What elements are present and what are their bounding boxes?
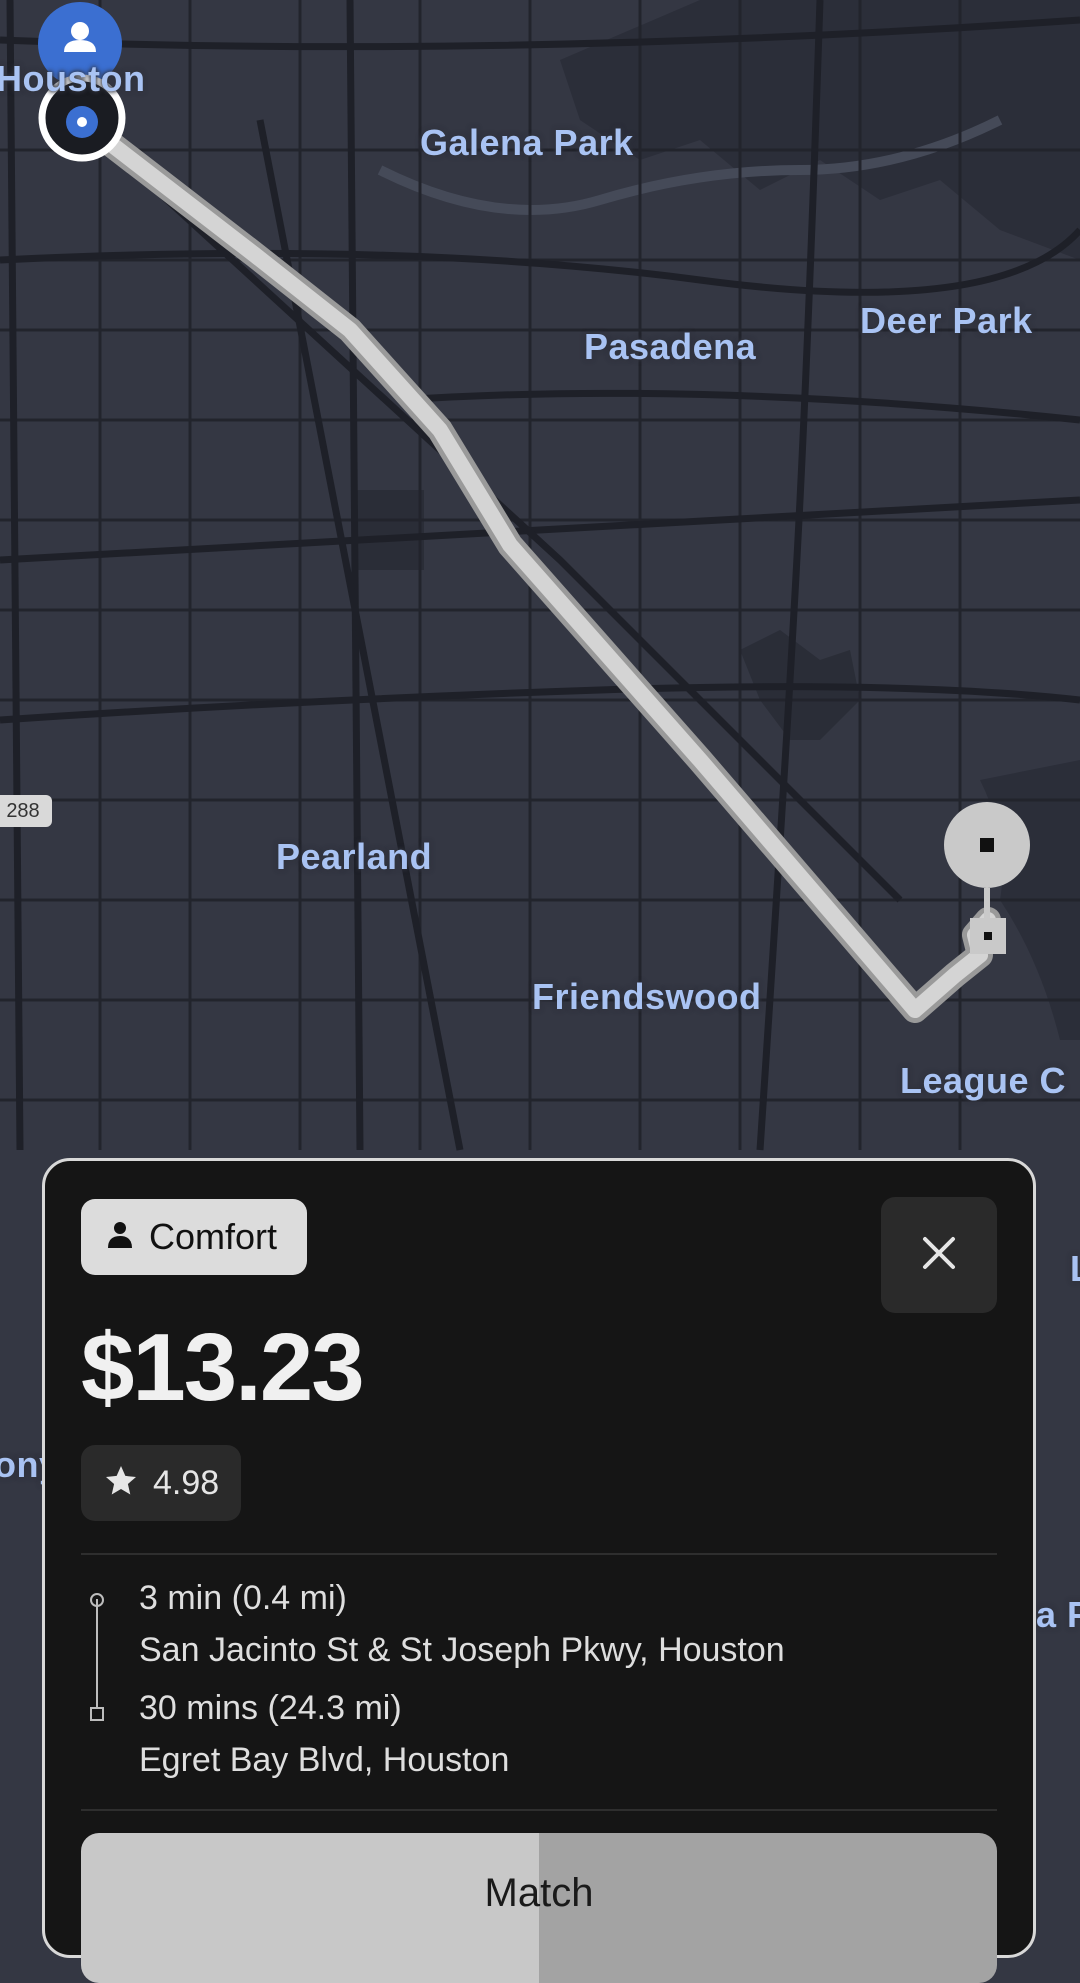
pickup-eta: 3 min (0.4 mi) xyxy=(139,1579,347,1617)
dropoff-eta: 30 mins (24.3 mi) xyxy=(139,1689,402,1727)
map-label-pearland: Pearland xyxy=(276,836,433,877)
trip-connector xyxy=(96,1599,98,1707)
rider-rating: 4.98 xyxy=(81,1445,242,1521)
map-label-partial: a F xyxy=(1036,1594,1080,1635)
map-label-league-city: League C xyxy=(900,1060,1067,1101)
ride-type-label: Comfort xyxy=(149,1216,278,1257)
map-label-galena-park: Galena Park xyxy=(420,122,634,163)
close-button[interactable] xyxy=(881,1197,997,1313)
pickup-address: San Jacinto St & St Joseph Pkwy, Houston xyxy=(139,1631,785,1669)
person-icon xyxy=(105,1220,135,1255)
match-button[interactable]: Match xyxy=(81,1833,997,1983)
map-label-deer-park: Deer Park xyxy=(860,300,1033,341)
close-icon xyxy=(919,1233,959,1278)
map-label-friendswood: Friendswood xyxy=(532,976,762,1017)
star-icon xyxy=(103,1463,139,1504)
map-label-pasadena: Pasadena xyxy=(584,326,757,367)
dropoff-address: Egret Bay Blvd, Houston xyxy=(139,1741,510,1779)
map-label-houston: Houston xyxy=(0,58,146,99)
rating-value: 4.98 xyxy=(153,1463,220,1502)
highway-shield: 288 xyxy=(0,795,52,827)
fare-price: $13.23 xyxy=(81,1314,365,1421)
ride-type-badge: Comfort xyxy=(81,1199,308,1275)
dropoff-square-icon xyxy=(90,1707,104,1721)
park-block xyxy=(352,490,424,570)
match-label: Match xyxy=(484,1871,594,1915)
ride-offer-card: Comfort $13.23 4.98 3 min (0.4 mi) San J… xyxy=(42,1158,1036,1983)
map-label-partial: L xyxy=(1070,1248,1080,1290)
divider xyxy=(81,1553,997,1555)
divider xyxy=(81,1809,997,1811)
